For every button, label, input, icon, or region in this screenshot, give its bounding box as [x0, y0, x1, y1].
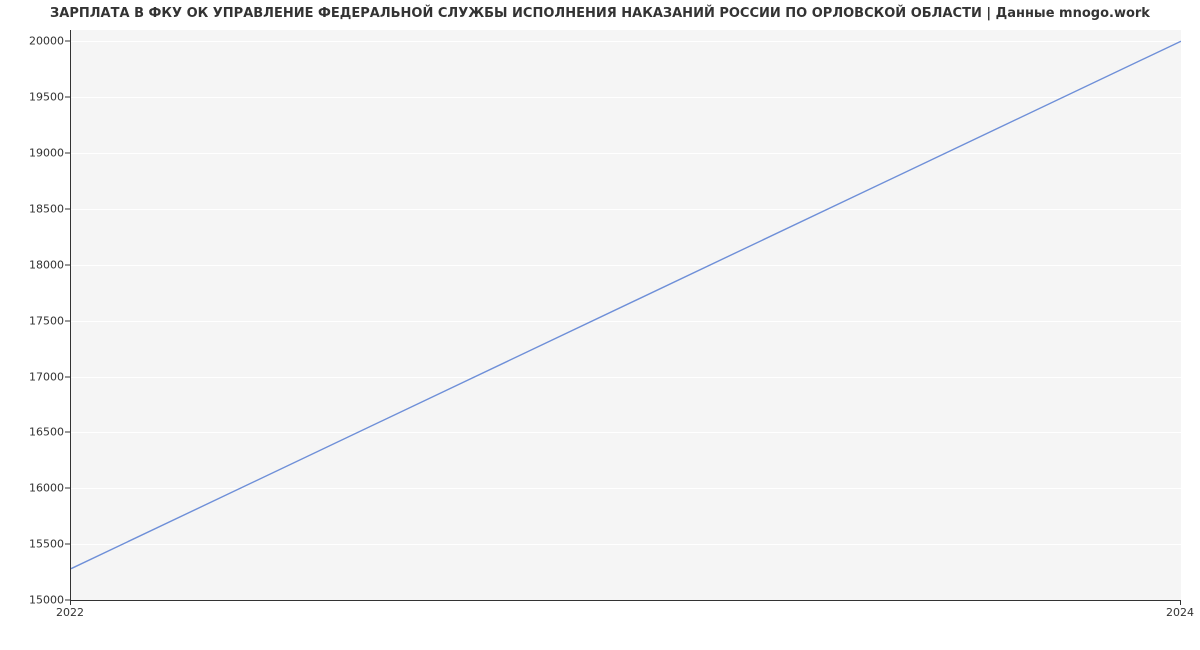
- y-tick-label: 18000: [8, 258, 64, 271]
- y-tick-label: 16000: [8, 482, 64, 495]
- y-tick-label: 19000: [8, 146, 64, 159]
- chart-container: ЗАРПЛАТА В ФКУ ОК УПРАВЛЕНИЕ ФЕДЕРАЛЬНОЙ…: [0, 0, 1200, 650]
- y-tick-label: 15500: [8, 538, 64, 551]
- y-tick-label: 20000: [8, 35, 64, 48]
- line-series: [71, 30, 1181, 600]
- y-tick-label: 19500: [8, 91, 64, 104]
- y-tick-label: 17500: [8, 314, 64, 327]
- x-tick-label: 2024: [1166, 606, 1194, 619]
- y-tick-label: 18500: [8, 202, 64, 215]
- y-tick-label: 15000: [8, 594, 64, 607]
- chart-title: ЗАРПЛАТА В ФКУ ОК УПРАВЛЕНИЕ ФЕДЕРАЛЬНОЙ…: [0, 6, 1200, 21]
- y-tick-label: 16500: [8, 426, 64, 439]
- plot-area: [70, 30, 1181, 601]
- gridline: [71, 600, 1181, 601]
- y-tick-label: 17000: [8, 370, 64, 383]
- x-tick-label: 2022: [56, 606, 84, 619]
